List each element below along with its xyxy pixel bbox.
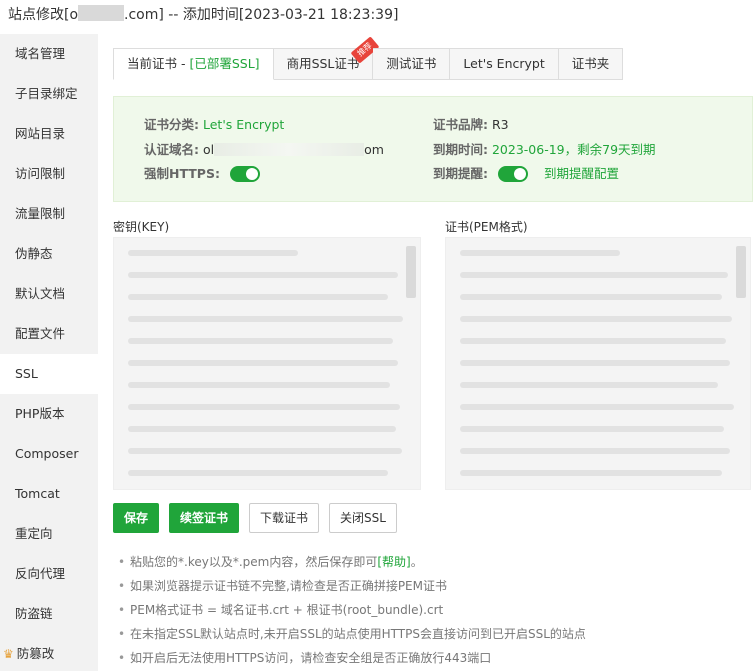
key-textarea[interactable] <box>113 237 421 490</box>
sidebar-item-tomcat[interactable]: Tomcat <box>0 474 98 514</box>
sidebar-item-composer[interactable]: Composer <box>0 434 98 474</box>
tab-current-label: 当前证书 - <box>127 56 190 71</box>
window-title: 站点修改[o .com] -- 添加时间[2023-03-21 18:23:39] <box>0 0 756 26</box>
tab-cert-folder[interactable]: 证书夹 <box>558 48 624 80</box>
ssl-tabs: 当前证书 - [已部署SSL] 商用SSL证书 推荐 测试证书 Let's En… <box>113 36 624 80</box>
cert-field-label: 证书(PEM格式) <box>445 220 528 234</box>
cert-scrollbar[interactable] <box>736 246 746 298</box>
title-suffix: .com] -- 添加时间[2023-03-21 18:23:39] <box>124 7 399 23</box>
sidebar-item-php-version[interactable]: PHP版本 <box>0 394 98 434</box>
help-link[interactable]: [帮助] <box>377 555 410 569</box>
cert-textarea[interactable] <box>445 237 751 490</box>
cert-category-label: 证书分类: <box>144 117 199 132</box>
tab-commercial-ssl[interactable]: 商用SSL证书 推荐 <box>273 36 380 80</box>
tab-current-cert[interactable]: 当前证书 - [已部署SSL] <box>113 48 274 80</box>
tip-chain: 如果浏览器提示证书链不完整,请检查是否正确拼接PEM证书 <box>116 574 746 598</box>
sidebar-item-hotlink[interactable]: 防盗链 <box>0 594 98 634</box>
redacted-domain <box>214 143 365 156</box>
force-https-row: 强制HTTPS: <box>144 164 260 184</box>
cert-category-row: 证书分类: Let's Encrypt <box>144 115 284 135</box>
close-ssl-button[interactable]: 关闭SSL <box>329 503 397 533</box>
tips-list: 粘贴您的*.key以及*.pem内容，然后保存即可[帮助]。 如果浏览器提示证书… <box>116 550 746 670</box>
tip-default-site: 在未指定SSL默认站点时,未开启SSL的站点使用HTTPS会直接访问到已开启SS… <box>116 622 746 646</box>
cert-domain-row: 认证域名: ol om <box>144 140 384 160</box>
key-field-label: 密钥(KEY) <box>113 220 170 234</box>
force-https-label: 强制HTTPS: <box>144 166 220 181</box>
cert-expiry-row: 到期时间: 2023-06-19，剩余79天到期 <box>433 140 656 160</box>
cert-domain-label: 认证域名: <box>144 142 199 157</box>
sidebar-item-domain[interactable]: 域名管理 <box>0 34 98 74</box>
sidebar-item-redirect[interactable]: 重定向 <box>0 514 98 554</box>
tip-pem-format: PEM格式证书 = 域名证书.crt + 根证书(root_bundle).cr… <box>116 598 746 622</box>
sidebar-item-ssl[interactable]: SSL <box>0 354 98 394</box>
sidebar: 域名管理 子目录绑定 网站目录 访问限制 流量限制 伪静态 默认文档 配置文件 … <box>0 34 98 671</box>
sidebar-item-reverse-proxy[interactable]: 反向代理 <box>0 554 98 594</box>
sidebar-item-site-dir[interactable]: 网站目录 <box>0 114 98 154</box>
sidebar-item-traffic-limit[interactable]: 流量限制 <box>0 194 98 234</box>
deployed-status: [已部署SSL] <box>189 56 260 71</box>
cert-expiry-value: 2023-06-19，剩余79天到期 <box>491 142 656 157</box>
sidebar-item-label: 防篡改 <box>16 646 55 661</box>
expiry-reminder-row: 到期提醒: 到期提醒配置 <box>433 164 619 184</box>
force-https-toggle[interactable] <box>229 166 260 182</box>
renew-cert-button[interactable]: 续签证书 <box>169 503 240 533</box>
cert-category-value: Let's Encrypt <box>202 117 285 132</box>
save-button[interactable]: 保存 <box>113 503 160 533</box>
sidebar-item-config-file[interactable]: 配置文件 <box>0 314 98 354</box>
tab-letsencrypt[interactable]: Let's Encrypt <box>450 48 559 80</box>
redacted-domain <box>78 5 125 21</box>
cert-domain-suffix: om <box>364 142 384 157</box>
tab-commercial-label: 商用SSL证书 <box>286 56 360 71</box>
sidebar-item-default-doc[interactable]: 默认文档 <box>0 274 98 314</box>
expiry-reminder-toggle[interactable] <box>497 166 528 182</box>
expiry-reminder-config-link[interactable]: 到期提醒配置 <box>544 166 619 181</box>
cert-brand-value: R3 <box>491 117 509 132</box>
cert-domain-prefix: ol <box>202 142 215 157</box>
sidebar-item-access-limit[interactable]: 访问限制 <box>0 154 98 194</box>
download-cert-button[interactable]: 下载证书 <box>249 503 320 533</box>
tip-port-443: 如开启后无法使用HTTPS访问，请检查安全组是否正确放行443端口 <box>116 646 746 670</box>
title-prefix: 站点修改[o <box>8 7 79 23</box>
crown-icon: ♛ <box>3 647 14 661</box>
expiry-reminder-label: 到期提醒: <box>433 166 488 181</box>
cert-brand-label: 证书品牌: <box>433 117 488 132</box>
sidebar-item-subdir[interactable]: 子目录绑定 <box>0 74 98 114</box>
cert-info-panel: 证书分类: Let's Encrypt 证书品牌: R3 认证域名: ol om … <box>113 96 753 202</box>
tab-test-cert[interactable]: 测试证书 <box>373 48 451 80</box>
sidebar-item-tamper-proof[interactable]: ♛ 防篡改 <box>0 634 98 671</box>
key-scrollbar[interactable] <box>406 246 416 298</box>
cert-brand-row: 证书品牌: R3 <box>433 115 509 135</box>
tip-paste: 粘贴您的*.key以及*.pem内容，然后保存即可[帮助]。 <box>116 550 746 574</box>
cert-expiry-label: 到期时间: <box>433 142 488 157</box>
sidebar-item-rewrite[interactable]: 伪静态 <box>0 234 98 274</box>
